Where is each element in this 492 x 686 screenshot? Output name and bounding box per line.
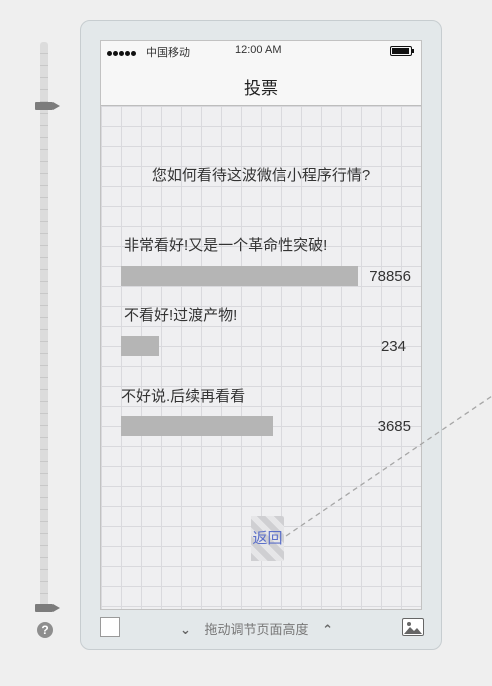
image-icon-glyph xyxy=(404,622,422,634)
footer-checkbox[interactable] xyxy=(100,617,120,637)
image-icon[interactable] xyxy=(402,618,424,636)
drag-hint-bar[interactable]: ⌄ 拖动调节页面高度 ⌃ xyxy=(180,619,333,638)
chevron-up-icon[interactable]: ⌃ xyxy=(322,622,333,638)
drag-hint-text: 拖动调节页面高度 xyxy=(204,622,309,637)
chevron-down-icon[interactable]: ⌄ xyxy=(180,622,191,638)
connector-line xyxy=(285,395,492,537)
